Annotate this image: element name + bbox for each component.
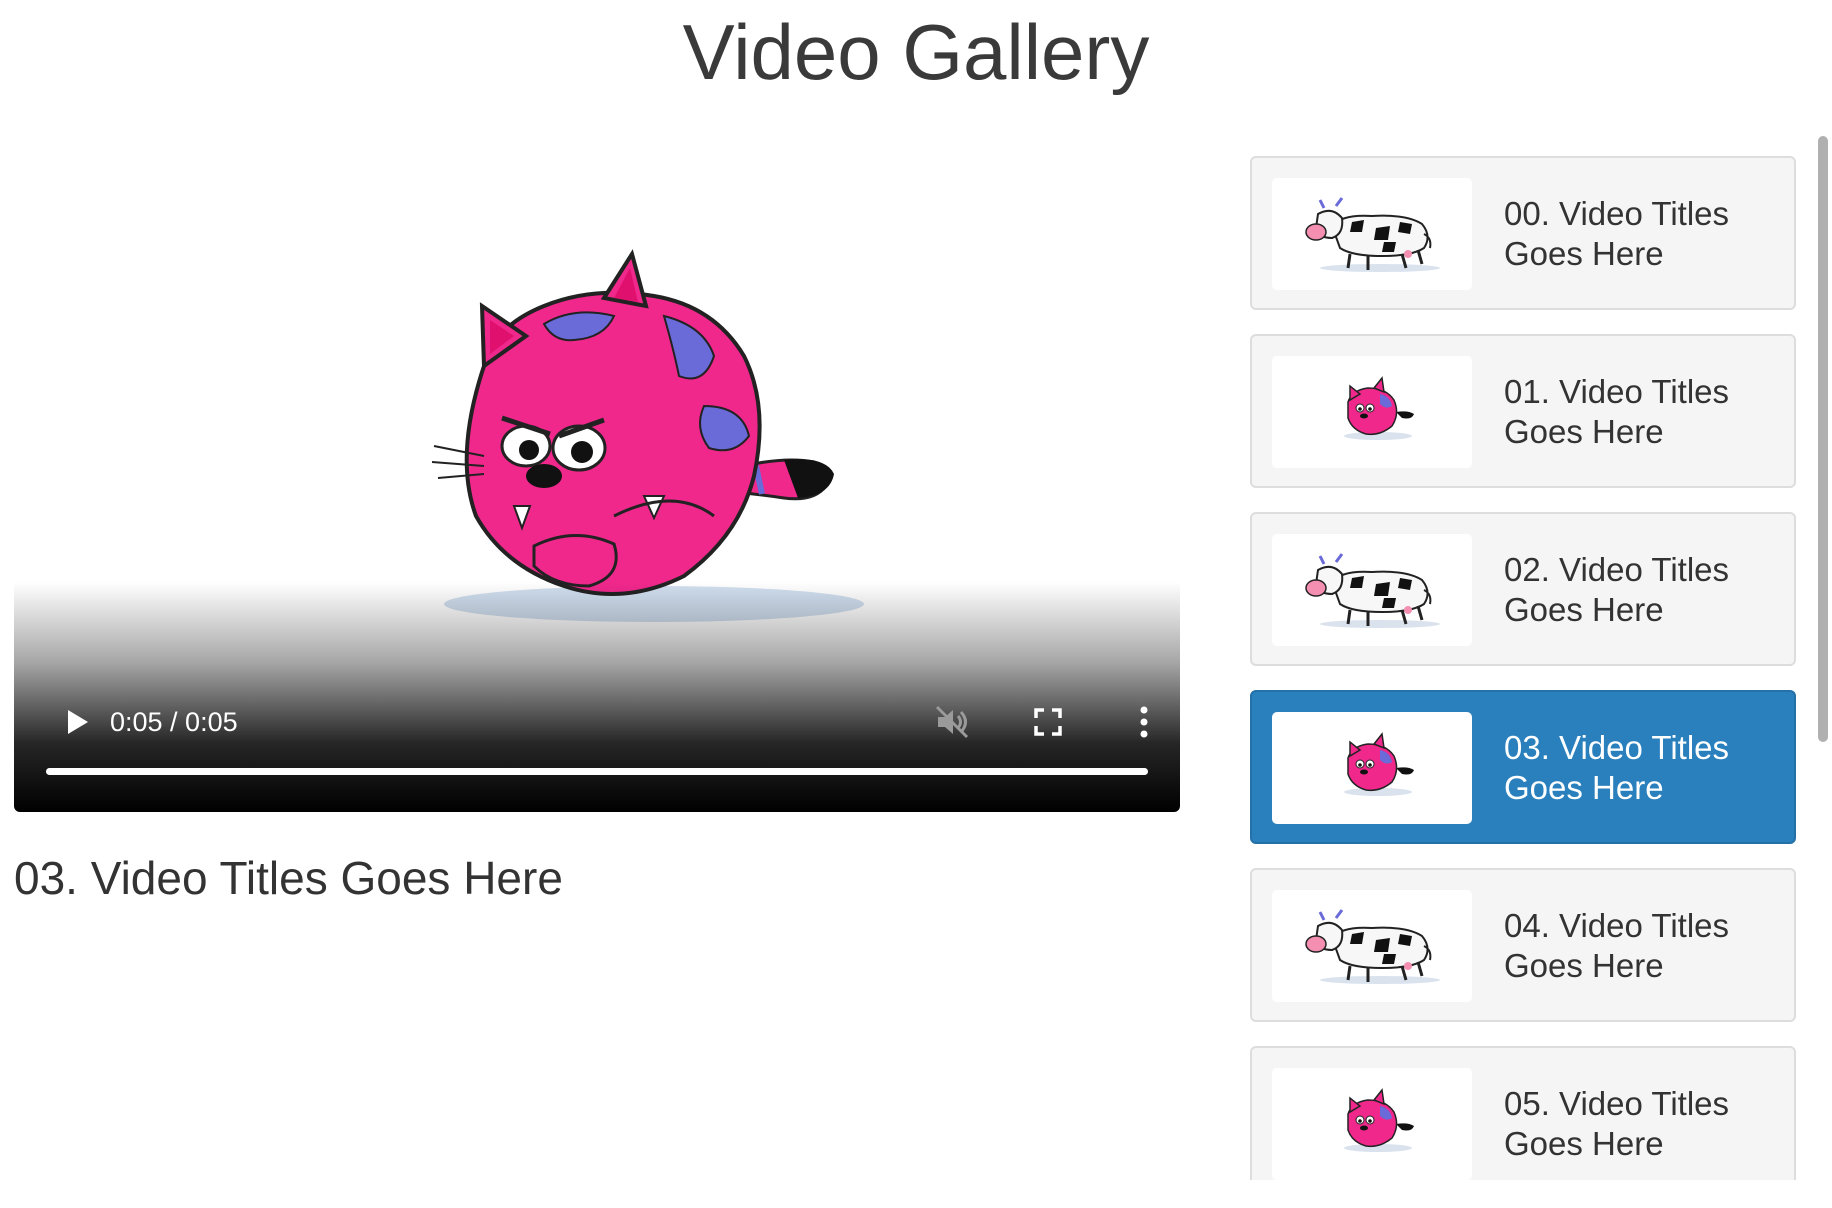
- more-vertical-icon[interactable]: [1122, 700, 1166, 744]
- playlist-item[interactable]: 05. Video Titles Goes Here: [1250, 1046, 1796, 1180]
- playlist-item-title: 00. Video Titles Goes Here: [1504, 195, 1730, 272]
- playlist-thumbnail: [1272, 890, 1472, 1002]
- playlist-item[interactable]: 01. Video Titles Goes Here: [1250, 334, 1796, 488]
- progress-bar[interactable]: [46, 768, 1148, 775]
- video-playlist: 00. Video Titles Goes Here 01. Video Tit…: [1248, 156, 1798, 1180]
- playlist-item[interactable]: 00. Video Titles Goes Here: [1250, 156, 1796, 310]
- video-player[interactable]: 0:05 / 0:05: [14, 156, 1180, 812]
- fullscreen-icon[interactable]: [1026, 700, 1070, 744]
- muted-speaker-icon[interactable]: [930, 700, 974, 744]
- playlist-item-title: 05. Video Titles Goes Here: [1504, 1085, 1730, 1162]
- playlist-thumbnail: [1272, 712, 1472, 824]
- playlist-item-title: 02. Video Titles Goes Here: [1504, 551, 1730, 628]
- current-video-title: 03. Video Titles Goes Here: [14, 852, 563, 904]
- cat-thumbnail-icon: [1344, 376, 1414, 440]
- cat-thumbnail-icon: [1344, 732, 1414, 796]
- progress-bar-fill: [46, 768, 1148, 775]
- cow-thumbnail-icon: [1305, 909, 1440, 984]
- play-icon[interactable]: [56, 702, 96, 742]
- scrollbar-thumb[interactable]: [1818, 136, 1828, 742]
- playlist-item[interactable]: 03. Video Titles Goes Here: [1250, 690, 1796, 844]
- page-title: Video Gallery: [682, 8, 1150, 96]
- playlist-item-title: 03. Video Titles Goes Here: [1504, 729, 1730, 806]
- video-controls: 0:05 / 0:05: [14, 672, 1180, 812]
- cat-thumbnail-icon: [1344, 1088, 1414, 1152]
- time-display: 0:05 / 0:05: [110, 707, 238, 737]
- playlist-item[interactable]: 04. Video Titles Goes Here: [1250, 868, 1796, 1022]
- playlist-item[interactable]: 02. Video Titles Goes Here: [1250, 512, 1796, 666]
- playlist-thumbnail: [1272, 534, 1472, 646]
- playlist-thumbnail: [1272, 356, 1472, 468]
- playlist-thumbnail: [1272, 178, 1472, 290]
- video-gallery-page: Video Gallery 0:05 / 0:05 03. Video Titl…: [0, 0, 1832, 1208]
- cow-thumbnail-icon: [1305, 197, 1440, 272]
- playlist-item-title: 01. Video Titles Goes Here: [1504, 373, 1730, 450]
- playlist-scrollbar[interactable]: [1816, 136, 1830, 1180]
- playlist-thumbnail: [1272, 1068, 1472, 1180]
- playlist-item-title: 04. Video Titles Goes Here: [1504, 907, 1730, 984]
- cow-thumbnail-icon: [1305, 553, 1440, 628]
